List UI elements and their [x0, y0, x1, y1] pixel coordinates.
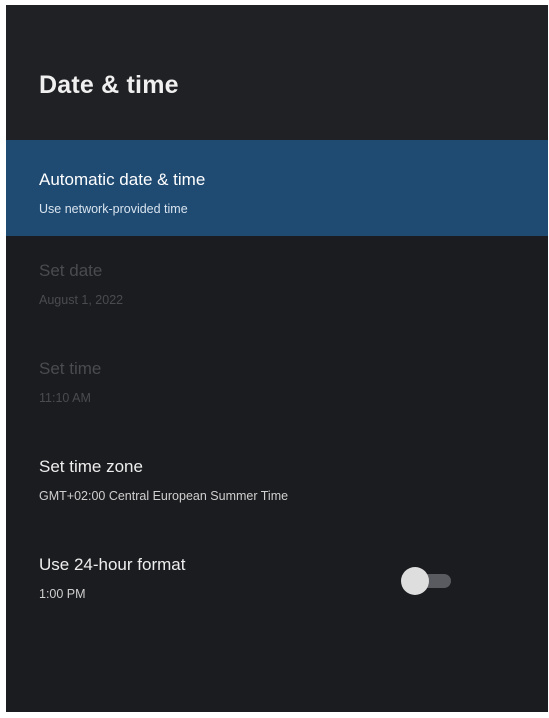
page-title: Date & time: [39, 71, 179, 99]
set-date-value: August 1, 2022: [39, 293, 124, 307]
toggle-thumb: [401, 567, 429, 595]
24-hour-format-toggle[interactable]: [401, 567, 455, 595]
automatic-date-time-label: Automatic date & time: [39, 170, 206, 189]
use-24-hour-format-item[interactable]: Use 24-hour format 1:00 PM: [6, 555, 548, 625]
tv-settings-screen: Date & time Automatic date & time Use ne…: [6, 5, 548, 712]
set-date-label: Set date: [39, 261, 103, 280]
automatic-date-time-item[interactable]: Automatic date & time Use network-provid…: [6, 140, 548, 236]
set-time-zone-label: Set time zone: [39, 457, 143, 476]
set-time-zone-value: GMT+02:00 Central European Summer Time: [39, 489, 289, 503]
use-24-hour-format-value: 1:00 PM: [39, 587, 86, 601]
set-time-label: Set time: [39, 359, 102, 378]
set-time-item: Set time 11:10 AM: [6, 359, 548, 429]
settings-list: Automatic date & time Use network-provid…: [6, 140, 548, 712]
set-time-zone-item[interactable]: Set time zone GMT+02:00 Central European…: [6, 457, 548, 527]
set-time-value: 11:10 AM: [39, 391, 91, 405]
use-24-hour-format-label: Use 24-hour format: [39, 555, 186, 574]
automatic-date-time-value: Use network-provided time: [39, 202, 188, 216]
set-date-item: Set date August 1, 2022: [6, 261, 548, 331]
